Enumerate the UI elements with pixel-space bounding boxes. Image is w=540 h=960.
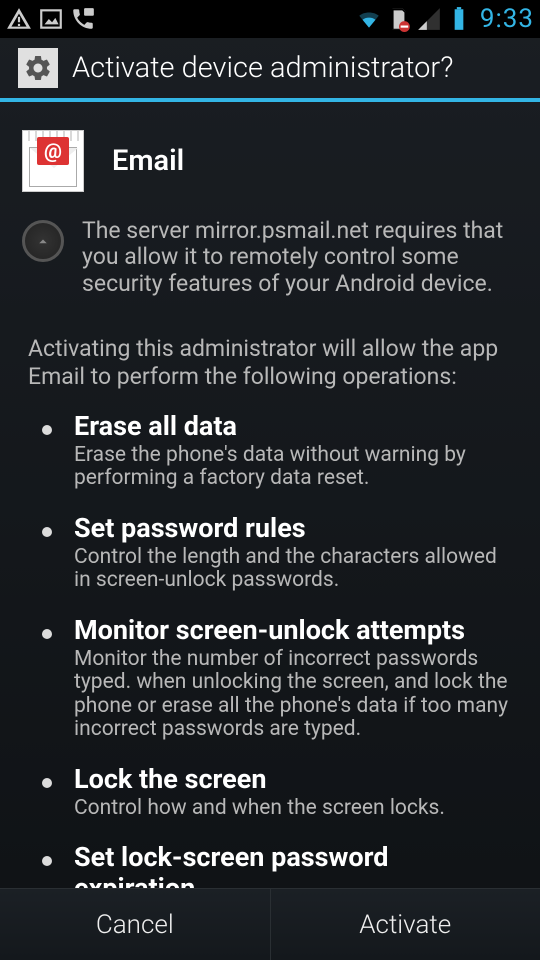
operations-list: Erase all data Erase the phone's data wi… [22, 411, 518, 889]
content-area: @ Email The server mirror.psmail.net req… [0, 102, 540, 888]
bullet-icon [42, 856, 52, 866]
bullet-icon [42, 629, 52, 639]
op-desc: Control how and when the screen locks. [74, 797, 445, 821]
wifi-icon [356, 6, 382, 32]
storage-warn-icon [386, 6, 412, 32]
app-row: @ Email [22, 130, 518, 192]
op-desc: Monitor the number of incorrect password… [74, 648, 512, 742]
op-title: Monitor screen-unlock attempts [74, 615, 512, 646]
expand-button[interactable] [22, 220, 64, 262]
voicemail-icon [70, 6, 96, 32]
op-title: Set lock-screen password expiration [74, 842, 512, 888]
op-title: Erase all data [74, 411, 512, 442]
battery-icon [446, 6, 472, 32]
list-item: Set lock-screen password expiration [28, 842, 512, 888]
status-bar: 9:33 [0, 0, 540, 38]
picture-icon [38, 6, 64, 32]
title-bar: Activate device administrator? [0, 38, 540, 102]
op-title: Set password rules [74, 513, 512, 544]
status-clock: 9:33 [480, 4, 534, 34]
server-message: The server mirror.psmail.net requires th… [82, 218, 518, 297]
button-bar: Cancel Activate [0, 888, 540, 960]
list-item: Lock the screen Control how and when the… [28, 764, 512, 821]
list-item: Set password rules Control the length an… [28, 513, 512, 593]
activate-button[interactable]: Activate [271, 889, 540, 960]
signal-icon [416, 6, 442, 32]
list-item: Erase all data Erase the phone's data wi… [28, 411, 512, 491]
op-desc: Control the length and the characters al… [74, 546, 512, 593]
settings-app-icon [18, 48, 58, 88]
op-desc: Erase the phone's data without warning b… [74, 444, 512, 491]
bullet-icon [42, 778, 52, 788]
op-title: Lock the screen [74, 764, 445, 795]
email-app-icon: @ [22, 130, 84, 192]
app-name: Email [112, 144, 184, 178]
list-item: Monitor screen-unlock attempts Monitor t… [28, 615, 512, 742]
intro-text: Activating this administrator will allow… [22, 335, 518, 390]
page-title: Activate device administrator? [72, 51, 453, 85]
cancel-button[interactable]: Cancel [0, 889, 271, 960]
chevron-up-icon [34, 232, 52, 250]
bullet-icon [42, 425, 52, 435]
bullet-icon [42, 527, 52, 537]
warning-icon [6, 6, 32, 32]
